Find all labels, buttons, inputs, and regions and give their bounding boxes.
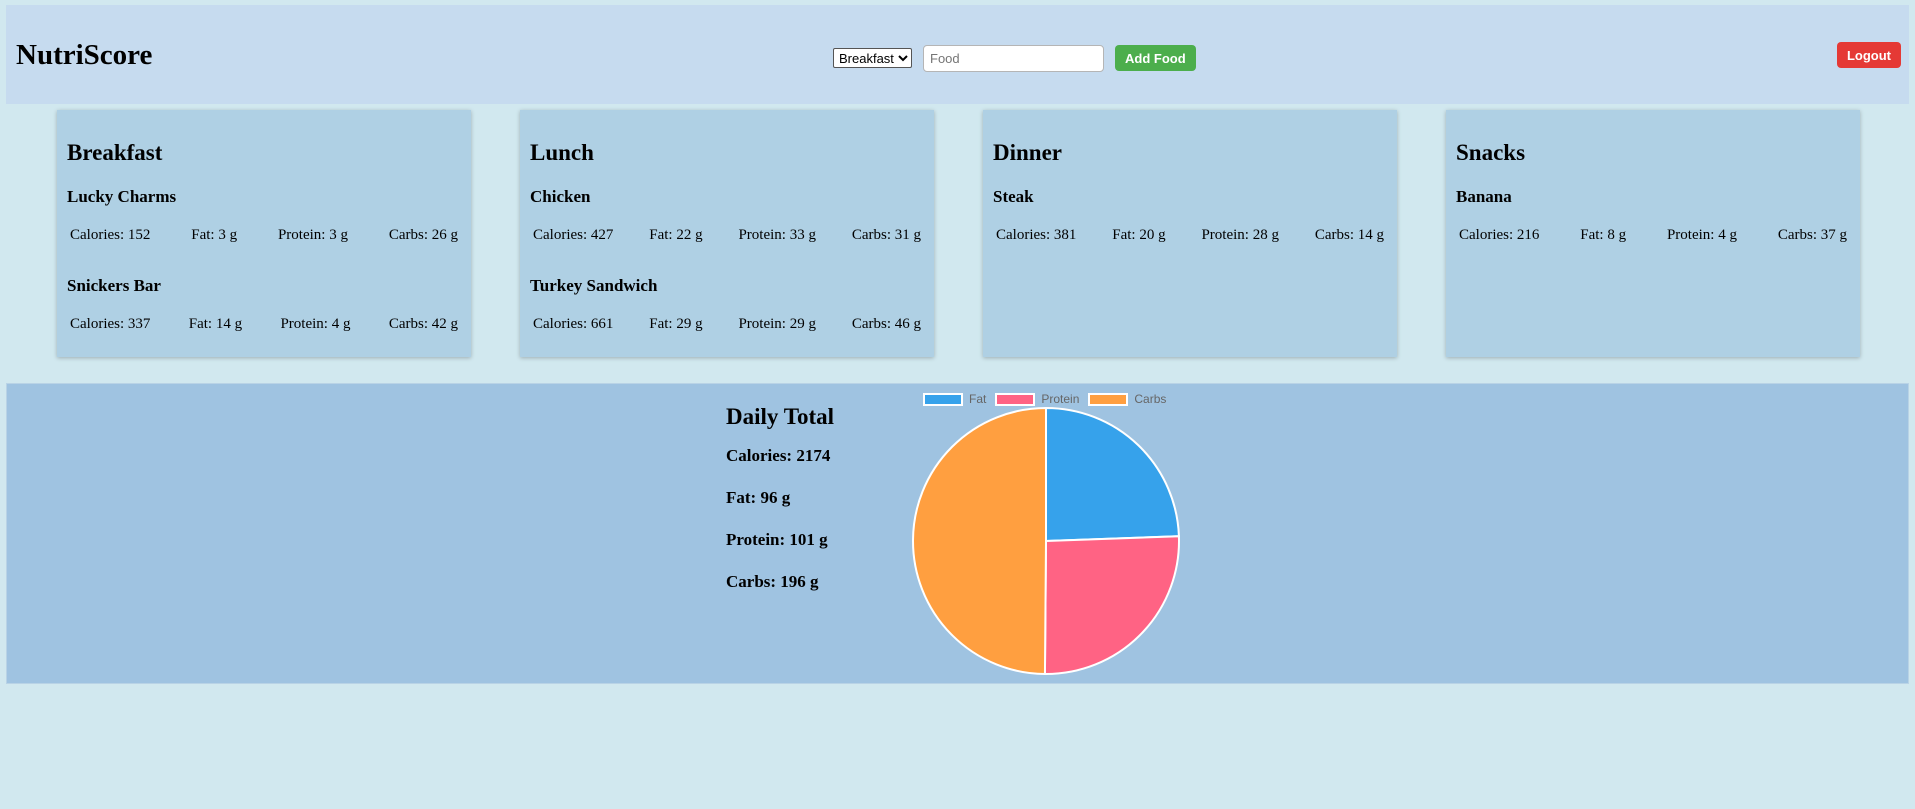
food-name: Steak [993, 187, 1034, 206]
daily-fat: Fat: 96 g [726, 488, 791, 507]
carbs-value: Carbs: 14 g [1314, 227, 1384, 243]
food-item: Turkey Sandwich Calories: 661 Fat: 29 g … [530, 276, 924, 333]
daily-summary-panel: Daily Total Calories: 2174 Fat: 96 g Pro… [6, 383, 1909, 684]
fat-value: Fat: 8 g [1580, 227, 1627, 243]
protein-value: Protein: 29 g [738, 316, 816, 332]
fat-value: Fat: 29 g [649, 316, 703, 332]
protein-value: Protein: 4 g [1666, 227, 1737, 243]
meal-select[interactable]: Breakfast [833, 48, 912, 68]
protein-value: Protein: 28 g [1201, 227, 1279, 243]
fat-value: Fat: 14 g [188, 316, 243, 332]
carbs-value: Carbs: 31 g [851, 227, 921, 243]
food-nutrients: Calories: 427 Fat: 22 g Protein: 33 g Ca… [530, 227, 924, 244]
food-name: Banana [1456, 187, 1512, 206]
carbs-value: Carbs: 42 g [388, 316, 458, 332]
meal-title: Dinner [993, 140, 1062, 165]
add-food-controls: Breakfast Add Food [833, 43, 1196, 73]
food-item: Snickers Bar Calories: 337 Fat: 14 g Pro… [67, 276, 461, 333]
food-name: Chicken [530, 187, 591, 206]
daily-calories: Calories: 2174 [726, 446, 831, 465]
pie-svg [911, 406, 1180, 676]
food-nutrients: Calories: 337 Fat: 14 g Protein: 4 g Car… [67, 316, 461, 333]
fat-value: Fat: 22 g [649, 227, 703, 243]
protein-value: Protein: 3 g [277, 227, 348, 243]
meal-title: Breakfast [67, 140, 163, 165]
protein-value: Protein: 4 g [280, 316, 351, 332]
food-item: Chicken Calories: 427 Fat: 22 g Protein:… [530, 187, 924, 244]
food-nutrients: Calories: 152 Fat: 3 g Protein: 3 g Carb… [67, 227, 461, 244]
food-item: Steak Calories: 381 Fat: 20 g Protein: 2… [993, 187, 1387, 244]
meal-title: Lunch [530, 140, 594, 165]
pie-slice-fat[interactable] [1045, 406, 1180, 543]
food-input[interactable] [923, 44, 1104, 72]
meal-card-lunch: Lunch Chicken Calories: 427 Fat: 22 g Pr… [520, 110, 934, 357]
calories-value: Calories: 337 [70, 316, 151, 332]
calories-value: Calories: 661 [533, 316, 614, 332]
food-item: Banana Calories: 216 Fat: 8 g Protein: 4… [1456, 187, 1850, 244]
fat-value: Fat: 20 g [1112, 227, 1166, 243]
calories-value: Calories: 152 [70, 227, 151, 243]
calories-value: Calories: 381 [996, 227, 1077, 243]
meal-card-snacks: Snacks Banana Calories: 216 Fat: 8 g Pro… [1446, 110, 1860, 357]
app-header: NutriScore Breakfast Add Food Logout [6, 5, 1909, 104]
food-name: Turkey Sandwich [530, 276, 658, 295]
food-name: Lucky Charms [67, 187, 177, 206]
calories-value: Calories: 216 [1459, 227, 1540, 243]
daily-totals: Daily Total Calories: 2174 Fat: 96 g Pro… [726, 404, 834, 614]
meal-card-breakfast: Breakfast Lucky Charms Calories: 152 Fat… [57, 110, 471, 357]
daily-carbs: Carbs: 196 g [726, 572, 819, 591]
pie-slice-protein[interactable] [1043, 535, 1180, 675]
add-food-button[interactable]: Add Food [1115, 45, 1196, 71]
meal-card-dinner: Dinner Steak Calories: 381 Fat: 20 g Pro… [983, 110, 1397, 357]
carbs-value: Carbs: 46 g [851, 316, 921, 332]
food-nutrients: Calories: 661 Fat: 29 g Protein: 29 g Ca… [530, 316, 924, 333]
pie-slice-carbs[interactable] [911, 406, 1047, 676]
protein-value: Protein: 33 g [738, 227, 816, 243]
carbs-value: Carbs: 26 g [388, 227, 458, 243]
meal-title: Snacks [1456, 140, 1526, 165]
daily-title: Daily Total [726, 404, 835, 429]
daily-protein: Protein: 101 g [726, 530, 828, 549]
calories-value: Calories: 427 [533, 227, 614, 243]
fat-value: Fat: 3 g [191, 227, 238, 243]
app-title: NutriScore [16, 39, 153, 71]
logout-button[interactable]: Logout [1836, 42, 1901, 68]
food-nutrients: Calories: 216 Fat: 8 g Protein: 4 g Carb… [1456, 227, 1850, 244]
carbs-value: Carbs: 37 g [1777, 227, 1847, 243]
macro-pie-chart [903, 388, 1183, 693]
food-name: Snickers Bar [67, 276, 161, 295]
food-item: Lucky Charms Calories: 152 Fat: 3 g Prot… [67, 187, 461, 244]
food-nutrients: Calories: 381 Fat: 20 g Protein: 28 g Ca… [993, 227, 1387, 244]
